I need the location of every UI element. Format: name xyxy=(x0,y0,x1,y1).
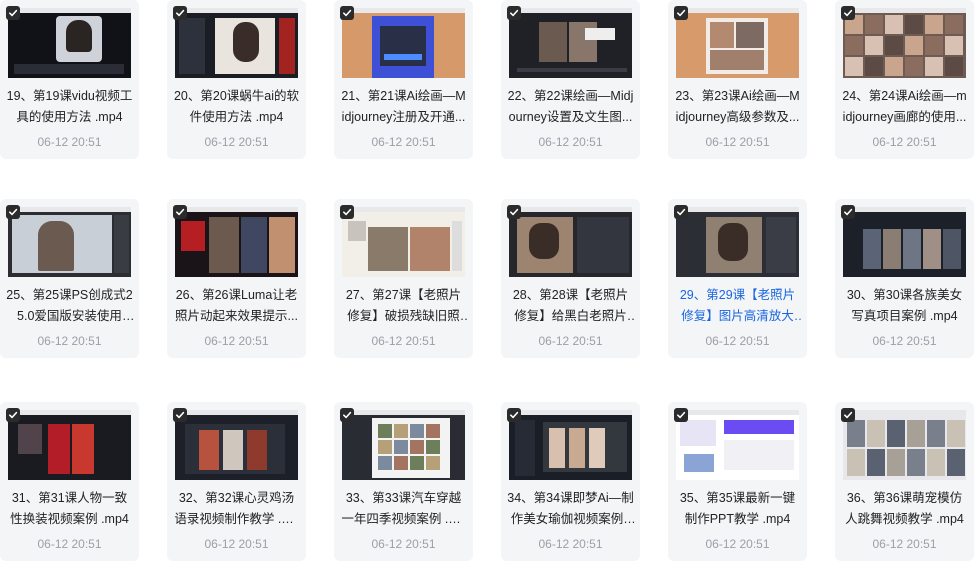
file-card[interactable]: 23、第23课Ai绘画—Midjourney高级参数及... 06-12 20:5… xyxy=(668,0,807,159)
file-date: 06-12 20:51 xyxy=(37,135,102,149)
checkbox-checked-icon[interactable] xyxy=(6,408,20,422)
file-date: 06-12 20:51 xyxy=(872,135,937,149)
checkbox-checked-icon[interactable] xyxy=(507,205,521,219)
file-name[interactable]: 19、第19课vidu视频工具的使用方法 .mp4 xyxy=(6,86,133,128)
file-card[interactable]: 25、第25课PS创成式25.0爱国版安装使用方... 06-12 20:51 xyxy=(0,199,139,358)
file-name[interactable]: 32、第32课心灵鸡汤语录视频制作教学 .mp4 xyxy=(173,488,300,530)
checkbox-checked-icon[interactable] xyxy=(841,6,855,20)
file-card[interactable]: 36、第36课萌宠模仿人跳舞视频教学 .mp4 06-12 20:51 xyxy=(835,402,974,561)
checkbox-checked-icon[interactable] xyxy=(340,6,354,20)
video-thumbnail[interactable] xyxy=(676,410,799,480)
file-name[interactable]: 25、第25课PS创成式25.0爱国版安装使用方... xyxy=(6,285,133,327)
video-thumbnail[interactable] xyxy=(843,410,966,480)
file-name[interactable]: 31、第31课人物一致性换装视频案例 .mp4 xyxy=(6,488,133,530)
file-card[interactable]: 31、第31课人物一致性换装视频案例 .mp4 06-12 20:51 xyxy=(0,402,139,561)
file-name[interactable]: 34、第34课即梦Ai—制作美女瑜伽视频案例 .mp4 xyxy=(507,488,634,530)
video-thumbnail[interactable] xyxy=(342,207,465,277)
file-name[interactable]: 28、第28课【老照片修复】给黑白老照片上... xyxy=(507,285,634,327)
file-card[interactable]: 22、第22课绘画—Midjourney设置及文生图... 06-12 20:51 xyxy=(501,0,640,159)
file-card[interactable]: 29、第29课【老照片修复】图片高清放大教... 06-12 20:51 xyxy=(668,199,807,358)
file-card[interactable]: 19、第19课vidu视频工具的使用方法 .mp4 06-12 20:51 xyxy=(0,0,139,159)
video-thumbnail[interactable] xyxy=(175,207,298,277)
video-thumbnail[interactable] xyxy=(175,8,298,78)
checkbox-checked-icon[interactable] xyxy=(173,205,187,219)
file-card[interactable]: 33、第33课汽车穿越一年四季视频案例 .mp4 06-12 20:51 xyxy=(334,402,473,561)
file-date: 06-12 20:51 xyxy=(371,537,436,551)
video-thumbnail[interactable] xyxy=(509,8,632,78)
checkbox-checked-icon[interactable] xyxy=(173,408,187,422)
file-card[interactable]: 32、第32课心灵鸡汤语录视频制作教学 .mp4 06-12 20:51 xyxy=(167,402,306,561)
file-name[interactable]: 30、第30课各族美女写真项目案例 .mp4 xyxy=(841,285,968,327)
file-card[interactable]: 24、第24课Ai绘画—midjourney画廊的使用... 06-12 20:5… xyxy=(835,0,974,159)
file-card[interactable]: 28、第28课【老照片修复】给黑白老照片上... 06-12 20:51 xyxy=(501,199,640,358)
checkbox-checked-icon[interactable] xyxy=(674,6,688,20)
checkbox-checked-icon[interactable] xyxy=(6,6,20,20)
file-grid: 19、第19课vidu视频工具的使用方法 .mp4 06-12 20:51 20、第… xyxy=(0,0,978,561)
video-thumbnail[interactable] xyxy=(843,207,966,277)
file-date: 06-12 20:51 xyxy=(872,537,937,551)
file-name[interactable]: 24、第24课Ai绘画—midjourney画廊的使用... xyxy=(841,86,968,128)
file-date: 06-12 20:51 xyxy=(204,135,269,149)
checkbox-checked-icon[interactable] xyxy=(674,205,688,219)
video-thumbnail[interactable] xyxy=(8,410,131,480)
file-name[interactable]: 21、第21课Ai绘画—Midjourney注册及开通... xyxy=(340,86,467,128)
file-name[interactable]: 27、第27课【老照片修复】破损残缺旧照片... xyxy=(340,285,467,327)
file-name[interactable]: 22、第22课绘画—Midjourney设置及文生图... xyxy=(507,86,634,128)
video-thumbnail[interactable] xyxy=(8,8,131,78)
file-date: 06-12 20:51 xyxy=(705,537,770,551)
file-name[interactable]: 26、第26课Luma让老照片动起来效果提示... xyxy=(173,285,300,327)
video-thumbnail[interactable] xyxy=(342,8,465,78)
video-thumbnail[interactable] xyxy=(175,410,298,480)
file-name[interactable]: 35、第35课最新一键制作PPT教学 .mp4 xyxy=(674,488,801,530)
video-thumbnail[interactable] xyxy=(843,8,966,78)
video-thumbnail[interactable] xyxy=(509,410,632,480)
checkbox-checked-icon[interactable] xyxy=(507,408,521,422)
file-date: 06-12 20:51 xyxy=(204,334,269,348)
checkbox-checked-icon[interactable] xyxy=(173,6,187,20)
file-date: 06-12 20:51 xyxy=(538,537,603,551)
file-card[interactable]: 26、第26课Luma让老照片动起来效果提示... 06-12 20:51 xyxy=(167,199,306,358)
file-card[interactable]: 35、第35课最新一键制作PPT教学 .mp4 06-12 20:51 xyxy=(668,402,807,561)
video-thumbnail[interactable] xyxy=(676,8,799,78)
file-date: 06-12 20:51 xyxy=(371,135,436,149)
checkbox-checked-icon[interactable] xyxy=(340,205,354,219)
video-thumbnail[interactable] xyxy=(509,207,632,277)
file-card[interactable]: 34、第34课即梦Ai—制作美女瑜伽视频案例 .mp4 06-12 20:51 xyxy=(501,402,640,561)
file-date: 06-12 20:51 xyxy=(371,334,436,348)
checkbox-checked-icon[interactable] xyxy=(841,408,855,422)
file-card[interactable]: 27、第27课【老照片修复】破损残缺旧照片... 06-12 20:51 xyxy=(334,199,473,358)
checkbox-checked-icon[interactable] xyxy=(6,205,20,219)
video-thumbnail[interactable] xyxy=(8,207,131,277)
file-date: 06-12 20:51 xyxy=(204,537,269,551)
file-date: 06-12 20:51 xyxy=(705,334,770,348)
file-name[interactable]: 29、第29课【老照片修复】图片高清放大教... xyxy=(674,285,801,327)
file-name[interactable]: 20、第20课蜗牛ai的软件使用方法 .mp4 xyxy=(173,86,300,128)
file-card[interactable]: 30、第30课各族美女写真项目案例 .mp4 06-12 20:51 xyxy=(835,199,974,358)
file-name[interactable]: 33、第33课汽车穿越一年四季视频案例 .mp4 xyxy=(340,488,467,530)
file-date: 06-12 20:51 xyxy=(37,334,102,348)
file-date: 06-12 20:51 xyxy=(872,334,937,348)
file-date: 06-12 20:51 xyxy=(538,135,603,149)
file-date: 06-12 20:51 xyxy=(37,537,102,551)
file-name[interactable]: 23、第23课Ai绘画—Midjourney高级参数及... xyxy=(674,86,801,128)
file-date: 06-12 20:51 xyxy=(705,135,770,149)
file-card[interactable]: 21、第21课Ai绘画—Midjourney注册及开通... 06-12 20:5… xyxy=(334,0,473,159)
file-name[interactable]: 36、第36课萌宠模仿人跳舞视频教学 .mp4 xyxy=(841,488,968,530)
video-thumbnail[interactable] xyxy=(676,207,799,277)
checkbox-checked-icon[interactable] xyxy=(507,6,521,20)
video-thumbnail[interactable] xyxy=(342,410,465,480)
checkbox-checked-icon[interactable] xyxy=(841,205,855,219)
file-date: 06-12 20:51 xyxy=(538,334,603,348)
checkbox-checked-icon[interactable] xyxy=(674,408,688,422)
file-card[interactable]: 20、第20课蜗牛ai的软件使用方法 .mp4 06-12 20:51 xyxy=(167,0,306,159)
checkbox-checked-icon[interactable] xyxy=(340,408,354,422)
